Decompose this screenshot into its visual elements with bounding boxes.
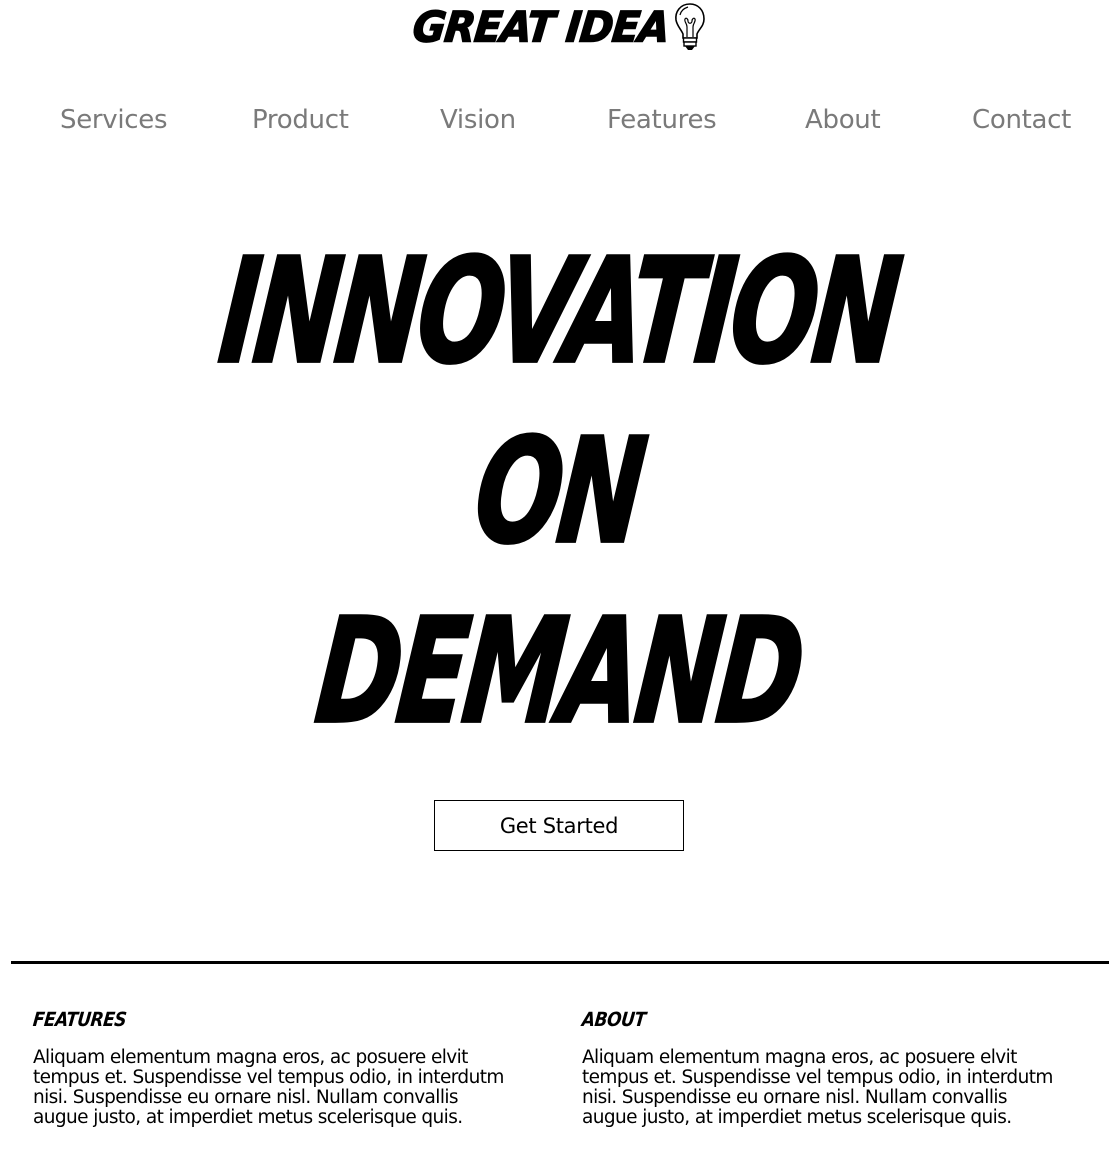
logo-text: GREAT IDEA [410,3,672,53]
main-nav: Services Product Vision Features About C… [0,98,1118,142]
nav-item-contact[interactable]: Contact [972,98,1071,142]
get-started-button[interactable]: Get Started [434,800,684,851]
about-text: Aliquam elementum magna eros, ac posuere… [582,1047,1053,1128]
nav-item-about[interactable]: About [805,98,881,142]
hero-headline-line-3: DEMAND [308,585,809,756]
hero-headline-line-1: INNOVATION [212,225,906,396]
nav-item-services[interactable]: Services [60,98,168,142]
site-logo[interactable]: GREAT IDEA [0,0,1118,56]
nav-item-product[interactable]: Product [252,98,349,142]
features-section: FEATURES Aliquam elementum magna eros, a… [31,1006,513,1128]
hero-headline-line-2: ON [467,405,651,576]
lightbulb-icon [674,3,705,50]
features-heading: FEATURES [31,1008,128,1032]
nav-item-features[interactable]: Features [607,98,717,142]
features-text: Aliquam elementum magna eros, ac posuere… [33,1047,504,1128]
about-heading: ABOUT [580,1008,647,1032]
section-divider [11,961,1109,964]
nav-item-vision[interactable]: Vision [440,98,516,142]
about-section: ABOUT Aliquam elementum magna eros, ac p… [580,1006,1062,1128]
logo-group: GREAT IDEA [410,3,709,53]
